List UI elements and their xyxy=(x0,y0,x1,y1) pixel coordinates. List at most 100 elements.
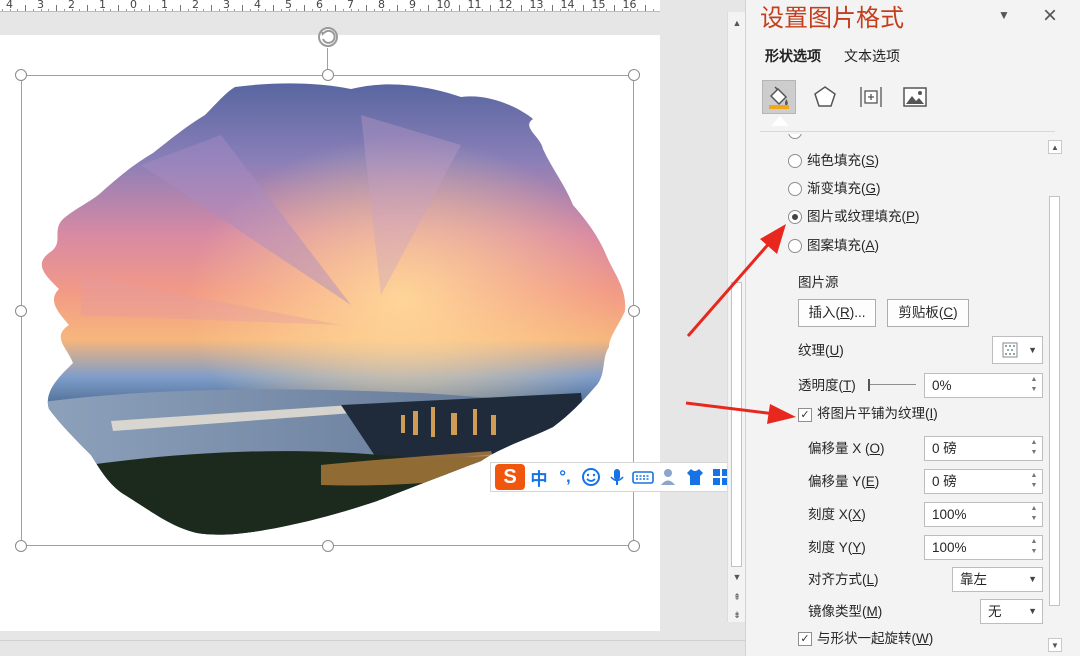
resize-handle-bottom[interactable] xyxy=(322,540,334,552)
ruler-tick xyxy=(397,5,398,11)
format-picture-pane: 设置图片格式 ▼ × 形状选项 文本选项 纯色填充(S) 渐变填充(G) 图片或… xyxy=(745,0,1080,656)
ime-toolbar: S 中 °, xyxy=(490,462,735,492)
canvas-scrollbar[interactable]: ▲ ▼ ⇞ ⇟ xyxy=(727,12,745,622)
scroll-up-arrow-icon[interactable]: ▲ xyxy=(730,16,744,30)
ruler-minor-tick xyxy=(482,9,484,11)
label-solid-fill[interactable]: 纯色填充(S) xyxy=(807,152,879,170)
transparency-input[interactable]: 0% ▲ ▼ xyxy=(924,373,1043,398)
pane-options-chevron-down-icon[interactable]: ▼ xyxy=(998,8,1010,22)
rotate-with-shape-checkbox[interactable]: ✓ xyxy=(798,632,812,646)
shirt-icon[interactable] xyxy=(683,465,707,489)
scroll-down-arrow-icon[interactable]: ▼ xyxy=(1048,638,1062,652)
resize-handle-bottom-right[interactable] xyxy=(628,540,640,552)
tile-picture-label[interactable]: 将图片平铺为纹理(I) xyxy=(817,405,938,423)
rotate-with-shape-label[interactable]: 与形状一起旋转(W) xyxy=(817,630,933,648)
chinese-mode-toggle[interactable]: 中 xyxy=(527,465,551,489)
ruler-minor-tick xyxy=(327,9,329,11)
ruler-minor-tick xyxy=(652,9,654,11)
ruler-number: 13 xyxy=(529,0,544,11)
ruler-tick xyxy=(273,5,274,11)
label-gradient-fill[interactable]: 渐变填充(G) xyxy=(807,180,881,198)
ruler-minor-tick xyxy=(637,9,639,11)
next-slide-icon[interactable]: ⇟ xyxy=(730,608,744,622)
ruler-minor-tick xyxy=(94,9,96,11)
ruler-minor-tick xyxy=(141,9,143,11)
user-icon[interactable] xyxy=(657,465,681,489)
tab-text-options[interactable]: 文本选项 xyxy=(844,47,900,65)
punctuation-toggle[interactable]: °, xyxy=(553,465,577,489)
label-pattern-fill[interactable]: 图案填充(A) xyxy=(807,237,879,255)
scroll-down-arrow-icon[interactable]: ▼ xyxy=(730,570,744,584)
ruler-minor-tick xyxy=(32,9,34,11)
resize-handle-top[interactable] xyxy=(322,69,334,81)
radio-picture-texture-fill[interactable] xyxy=(788,210,802,224)
picture-icon[interactable] xyxy=(898,80,932,114)
microphone-icon[interactable] xyxy=(605,465,629,489)
ruler-minor-tick xyxy=(156,9,158,11)
ruler-minor-tick xyxy=(249,9,251,11)
ruler-minor-tick xyxy=(125,9,127,11)
offset-y-input[interactable]: 0 磅 ▲ ▼ xyxy=(924,469,1043,494)
pane-scroll-thumb[interactable] xyxy=(1049,196,1060,606)
pane-scrollbar[interactable]: ▲ ▼ xyxy=(1046,138,1063,656)
ruler-minor-tick xyxy=(544,9,546,11)
size-layout-icon[interactable] xyxy=(854,80,888,114)
chevron-down-icon: ▼ xyxy=(1028,574,1037,584)
fill-bucket-icon[interactable] xyxy=(762,80,796,114)
prev-slide-icon[interactable]: ⇞ xyxy=(730,590,744,604)
scale-x-input[interactable]: 100% ▲ ▼ xyxy=(924,502,1043,527)
radio-solid-fill[interactable] xyxy=(788,154,802,168)
scale-y-input[interactable]: 100% ▲ ▼ xyxy=(924,535,1043,560)
ruler-tick xyxy=(25,5,26,11)
chinese-mode-label: 中 xyxy=(530,469,548,489)
scroll-up-arrow-icon[interactable]: ▲ xyxy=(1048,140,1062,154)
resize-handle-left[interactable] xyxy=(15,305,27,317)
ruler-tick xyxy=(366,5,367,11)
ruler-minor-tick xyxy=(63,9,65,11)
offset-y-label: 偏移量 Y(E) xyxy=(808,474,880,489)
tab-shape-options[interactable]: 形状选项 xyxy=(765,47,821,65)
radio-gradient-fill[interactable] xyxy=(788,182,802,196)
ruler-number: 0 xyxy=(130,0,137,11)
ime-logo-label: S xyxy=(503,465,517,488)
ruler-tick xyxy=(335,5,336,11)
ruler-tick xyxy=(56,5,57,11)
texture-picker[interactable]: ▼ xyxy=(992,336,1043,364)
transparency-slider[interactable] xyxy=(868,378,918,392)
alignment-select[interactable]: 靠左 ▼ xyxy=(952,567,1043,592)
pane-divider xyxy=(760,131,1055,132)
alignment-label: 对齐方式(L) xyxy=(808,572,879,587)
ruler-minor-tick xyxy=(110,9,112,11)
ruler-tick xyxy=(521,5,522,11)
ruler-number: 2 xyxy=(68,0,75,11)
mirror-type-select[interactable]: 无 ▼ xyxy=(980,599,1043,624)
ruler-number: 2 xyxy=(192,0,199,11)
resize-handle-top-right[interactable] xyxy=(628,69,640,81)
rotate-handle-icon[interactable] xyxy=(315,24,341,50)
resize-handle-right[interactable] xyxy=(628,305,640,317)
ruler-minor-tick xyxy=(48,9,50,11)
insert-button[interactable]: 插入(R)... xyxy=(798,299,876,327)
category-pointer xyxy=(771,116,789,126)
ruler-number: 15 xyxy=(591,0,606,11)
ruler-minor-tick xyxy=(187,9,189,11)
offset-x-input[interactable]: 0 磅 ▲ ▼ xyxy=(924,436,1043,461)
radio-pattern-fill[interactable] xyxy=(788,239,802,253)
pentagon-icon[interactable] xyxy=(808,80,842,114)
ruler-minor-tick xyxy=(79,9,81,11)
close-icon[interactable]: × xyxy=(1043,2,1057,30)
resize-handle-top-left[interactable] xyxy=(15,69,27,81)
transparency-slider-thumb[interactable] xyxy=(868,379,870,391)
tile-picture-checkbox[interactable]: ✓ xyxy=(798,408,812,422)
ruler-tick xyxy=(490,5,491,11)
picture-source-heading: 图片源 xyxy=(798,275,839,290)
ruler-number: 9 xyxy=(409,0,416,11)
radio-hidden-option[interactable] xyxy=(788,134,802,139)
canvas-scroll-thumb[interactable] xyxy=(731,282,742,567)
clipboard-button[interactable]: 剪贴板(C) xyxy=(887,299,969,327)
label-picture-texture-fill[interactable]: 图片或纹理填充(P) xyxy=(807,208,920,226)
smiley-icon[interactable] xyxy=(579,465,603,489)
keyboard-icon[interactable] xyxy=(631,465,655,489)
sogou-logo-icon[interactable]: S xyxy=(495,464,525,490)
resize-handle-bottom-left[interactable] xyxy=(15,540,27,552)
